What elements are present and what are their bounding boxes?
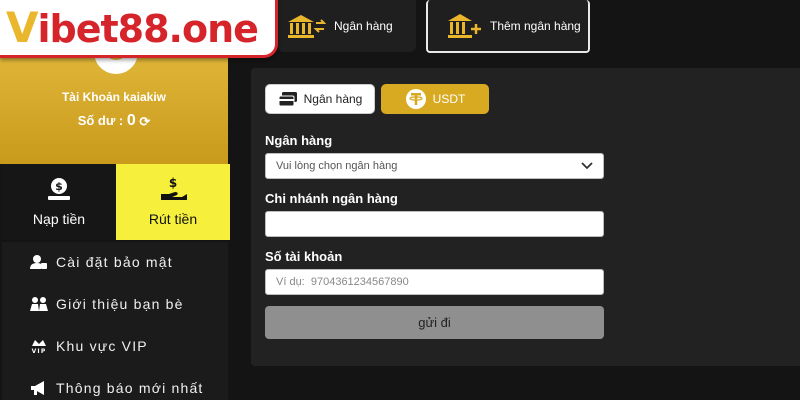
vip-crown-icon: VIP <box>32 340 47 354</box>
logo-text: Vibet88.one <box>6 2 259 52</box>
deposit-button[interactable]: $ Nạp tiền <box>2 164 116 240</box>
method-usdt-button[interactable]: USDT <box>381 84 489 114</box>
branch-input[interactable] <box>265 211 604 237</box>
people-icon <box>30 297 48 311</box>
balance-label: Số dư : <box>77 113 124 128</box>
svg-text:$: $ <box>55 180 63 193</box>
tab-bank[interactable]: Ngân hàng <box>278 0 416 52</box>
sidebar-item-vip[interactable]: VIP Khu vực VIP <box>30 335 148 357</box>
withdraw-hand-icon: $ <box>161 176 187 200</box>
bank-select[interactable]: Vui lòng chọn ngân hàng <box>265 153 604 179</box>
deposit-label: Nạp tiền <box>32 211 86 227</box>
method-usdt-label: USDT <box>432 92 466 106</box>
account-name: Tài Khoản kaiakiw <box>61 90 167 104</box>
withdraw-label: Rút tiền <box>148 211 198 227</box>
site-logo[interactable]: Vibet88.one <box>0 0 278 58</box>
balance-value: 0 <box>126 112 136 129</box>
refresh-icon[interactable]: ⟳ <box>139 114 150 130</box>
bank-select-label: Ngân hàng <box>265 133 333 148</box>
user-lock-icon <box>30 255 47 269</box>
sidebar-item-label: Khu vực VIP <box>56 338 148 354</box>
card-icon <box>278 92 297 107</box>
sidebar-item-label: Cài đặt bảo mật <box>56 254 173 270</box>
tab-add-bank[interactable]: Thêm ngân hàng <box>426 0 590 53</box>
method-bank-button[interactable]: Ngân hàng <box>265 84 375 114</box>
sidebar-item-notifications[interactable]: Thông báo mới nhất <box>30 377 204 399</box>
bank-add-icon <box>448 13 481 38</box>
submit-button[interactable]: gửi đi <box>265 306 604 339</box>
svg-text:VIP: VIP <box>32 348 47 354</box>
megaphone-icon <box>31 381 44 395</box>
account-number-label: Số tài khoản <box>265 249 343 264</box>
withdraw-button[interactable]: $ Rút tiền <box>116 164 230 240</box>
account-balance: Số dư : 0 ⟳ <box>0 112 228 130</box>
sidebar-item-label: Thông báo mới nhất <box>56 380 204 396</box>
sidebar-item-referral[interactable]: Giới thiệu bạn bè <box>30 293 184 315</box>
account-panel: Tài Khoản kaiakiw Số dư : 0 ⟳ <box>0 40 228 164</box>
svg-text:$: $ <box>169 176 177 190</box>
account-number-input[interactable] <box>265 269 604 295</box>
sidebar-item-label: Giới thiệu bạn bè <box>56 296 184 312</box>
bank-transfer-icon <box>288 15 326 38</box>
tab-bank-label: Ngân hàng <box>334 19 393 33</box>
chevron-down-icon <box>581 162 593 170</box>
method-bank-label: Ngân hàng <box>303 92 363 106</box>
tab-add-bank-label: Thêm ngân hàng <box>490 18 581 33</box>
sidebar-item-security[interactable]: Cài đặt bảo mật <box>30 251 173 273</box>
deposit-icon: $ <box>48 178 70 200</box>
bank-select-value: Vui lòng chọn ngân hàng <box>276 160 398 172</box>
tether-icon <box>405 89 426 109</box>
branch-label: Chi nhánh ngân hàng <box>265 191 398 206</box>
